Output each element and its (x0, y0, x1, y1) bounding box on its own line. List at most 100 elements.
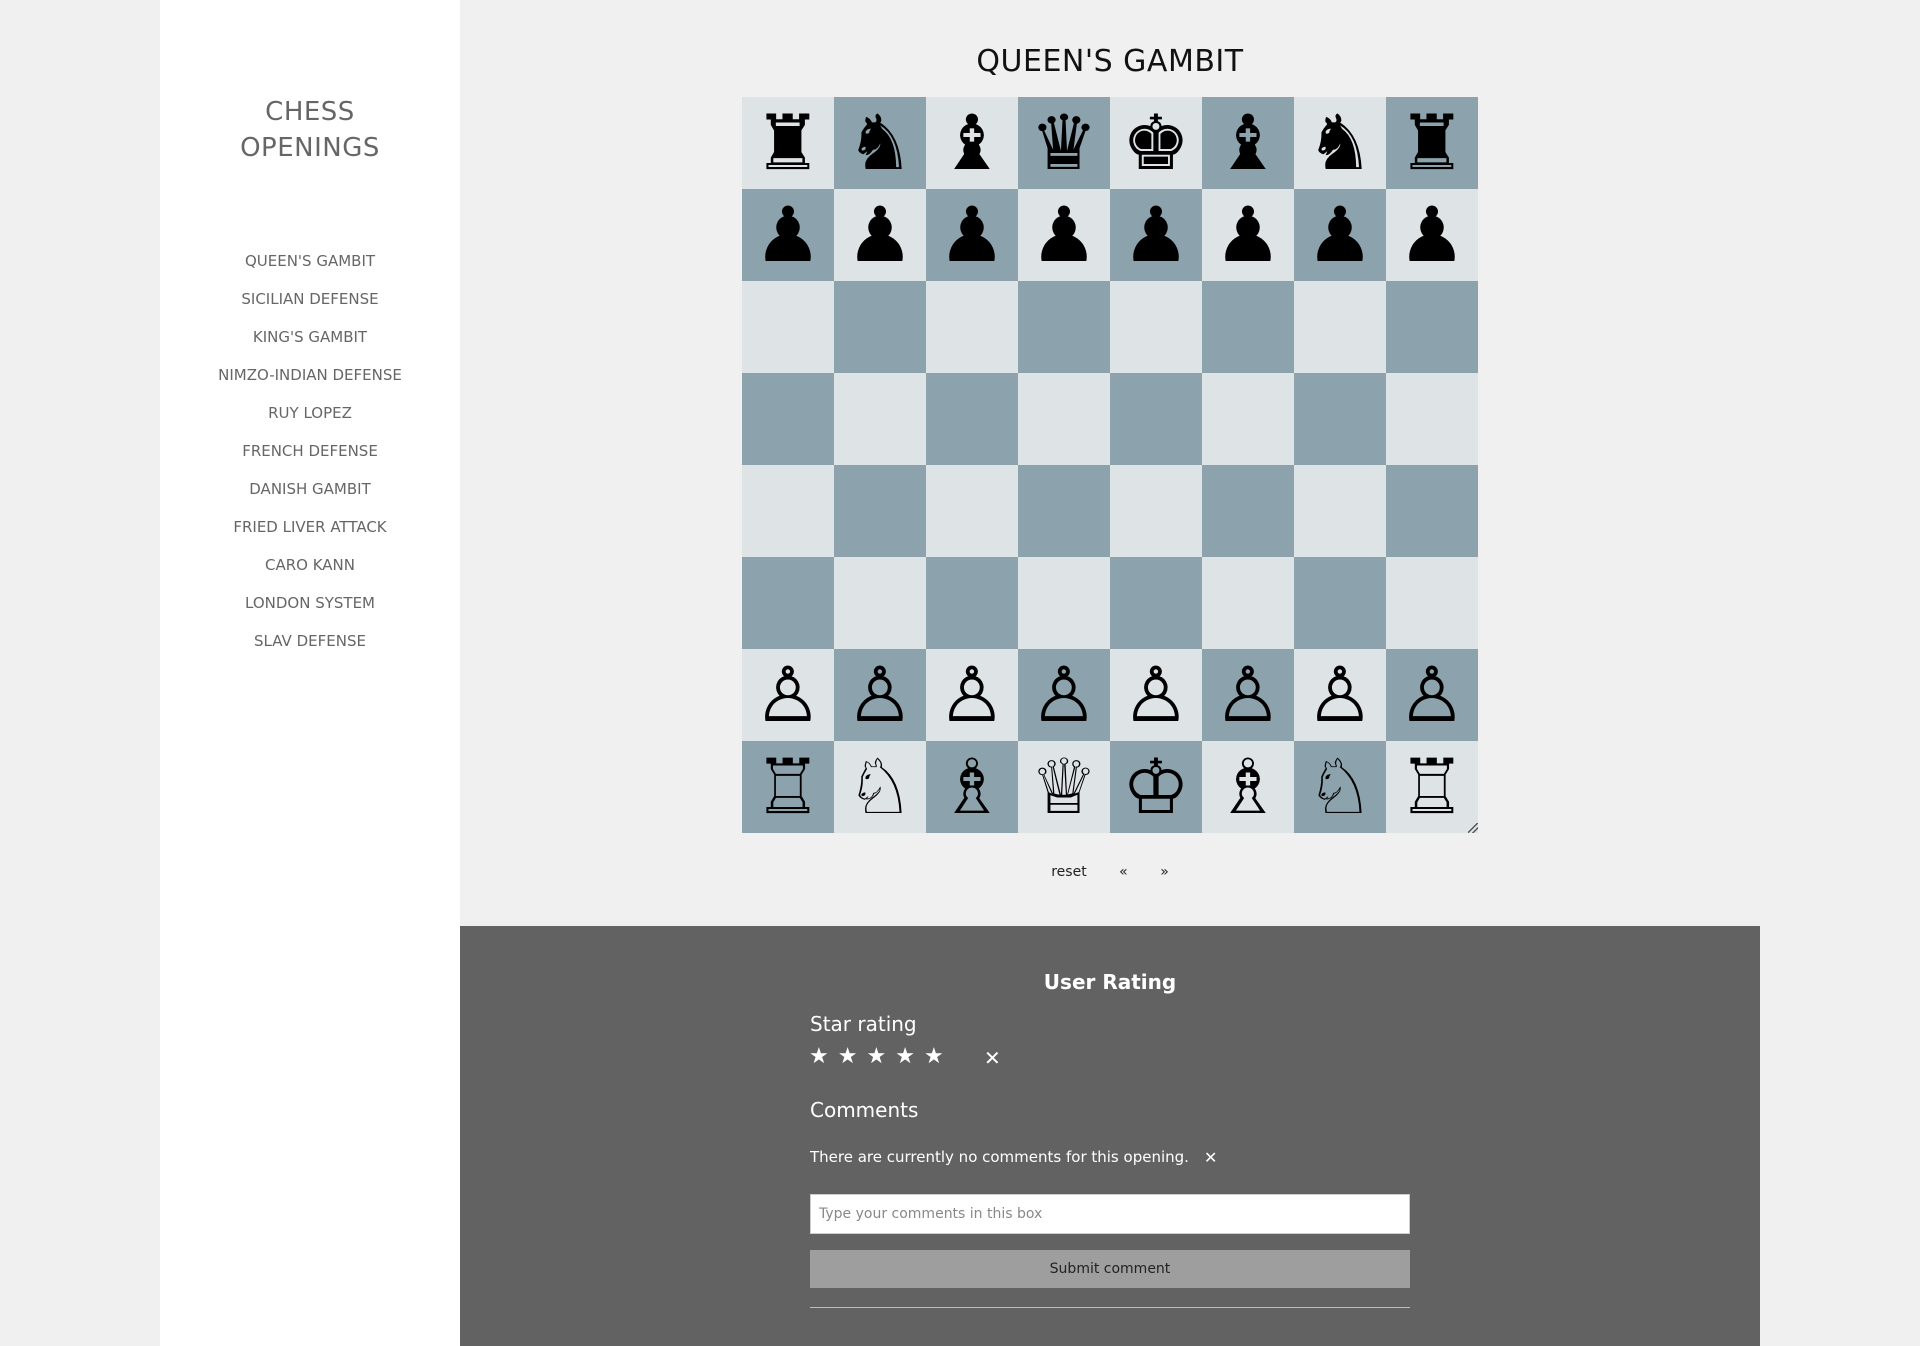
star-3-icon[interactable]: ★ (866, 1044, 887, 1069)
square-c3[interactable] (926, 557, 1018, 649)
square-h6[interactable] (1386, 281, 1478, 373)
square-e1[interactable]: ♔ (1110, 741, 1202, 833)
square-a2[interactable]: ♙ (742, 649, 834, 741)
star-rating: ★ ★ ★ ★ ★ (809, 1044, 945, 1069)
square-e4[interactable] (1110, 465, 1202, 557)
comment-input[interactable] (810, 1194, 1410, 1234)
square-f1[interactable]: ♗ (1202, 741, 1294, 833)
square-d8[interactable]: ♛ (1018, 97, 1110, 189)
square-g4[interactable] (1294, 465, 1386, 557)
square-c2[interactable]: ♙ (926, 649, 1018, 741)
square-h4[interactable] (1386, 465, 1478, 557)
square-f8[interactable]: ♝ (1202, 97, 1294, 189)
square-a3[interactable] (742, 557, 834, 649)
nav-item-kings-gambit[interactable]: KING'S GAMBIT (160, 324, 460, 362)
square-a7[interactable]: ♟ (742, 189, 834, 281)
nav-item-queens-gambit[interactable]: QUEEN'S GAMBIT (160, 248, 460, 286)
square-a6[interactable] (742, 281, 834, 373)
square-c7[interactable]: ♟ (926, 189, 1018, 281)
square-g7[interactable]: ♟ (1294, 189, 1386, 281)
user-rating-title: User Rating (1043, 970, 1177, 994)
square-h1[interactable]: ♖ (1386, 741, 1478, 833)
nav-item-london-system[interactable]: LONDON SYSTEM (160, 590, 460, 628)
nav-item-sicilian-defense[interactable]: SICILIAN DEFENSE (160, 286, 460, 324)
divider (810, 1307, 1410, 1308)
sidebar: CHESS OPENINGS QUEEN'S GAMBIT SICILIAN D… (160, 0, 460, 1346)
square-b8[interactable]: ♞ (834, 97, 926, 189)
square-b7[interactable]: ♟ (834, 189, 926, 281)
square-g2[interactable]: ♙ (1294, 649, 1386, 741)
square-b2[interactable]: ♙ (834, 649, 926, 741)
square-f2[interactable]: ♙ (1202, 649, 1294, 741)
square-g5[interactable] (1294, 373, 1386, 465)
square-b5[interactable] (834, 373, 926, 465)
nav-item-nimzo-indian-defense[interactable]: NIMZO-INDIAN DEFENSE (160, 362, 460, 400)
user-rating-panel: User Rating Star rating ★ ★ ★ ★ ★ ✕ Comm… (460, 926, 1760, 1346)
square-f3[interactable] (1202, 557, 1294, 649)
previous-move-button[interactable]: « (1119, 864, 1128, 880)
square-d4[interactable] (1018, 465, 1110, 557)
star-2-icon[interactable]: ★ (838, 1044, 859, 1069)
square-b6[interactable] (834, 281, 926, 373)
submit-comment-button[interactable]: Submit comment (810, 1250, 1410, 1288)
nav-item-slav-defense[interactable]: SLAV DEFENSE (160, 628, 460, 666)
comments-label: Comments (810, 1098, 919, 1122)
no-comments-message: There are currently no comments for this… (810, 1148, 1189, 1166)
square-h7[interactable]: ♟ (1386, 189, 1478, 281)
square-f7[interactable]: ♟ (1202, 189, 1294, 281)
square-d6[interactable] (1018, 281, 1110, 373)
reset-button[interactable]: reset (1051, 864, 1086, 880)
board-controls: reset « » (460, 864, 1760, 880)
square-e3[interactable] (1110, 557, 1202, 649)
square-a8[interactable]: ♜ (742, 97, 834, 189)
square-f4[interactable] (1202, 465, 1294, 557)
square-h8[interactable]: ♜ (1386, 97, 1478, 189)
square-a5[interactable] (742, 373, 834, 465)
main-content: QUEEN'S GAMBIT ♜ ♞ ♝ ♛ ♚ ♝ ♞ ♜ ♟ ♟ ♟ ♟ ♟ ♟ ♟ ♟ ♙ ♙ ♙ ♙ ♙ ♙ ♙ ♙ ♖… (460, 0, 1760, 926)
square-g3[interactable] (1294, 557, 1386, 649)
square-g1[interactable]: ♘ (1294, 741, 1386, 833)
square-h3[interactable] (1386, 557, 1478, 649)
square-b1[interactable]: ♘ (834, 741, 926, 833)
star-rating-label: Star rating (810, 1012, 917, 1036)
clear-rating-icon[interactable]: ✕ (984, 1046, 1001, 1070)
star-4-icon[interactable]: ★ (895, 1044, 916, 1069)
square-h2[interactable]: ♙ (1386, 649, 1478, 741)
square-e5[interactable] (1110, 373, 1202, 465)
square-h5[interactable] (1386, 373, 1478, 465)
square-b3[interactable] (834, 557, 926, 649)
square-b4[interactable] (834, 465, 926, 557)
square-a1[interactable]: ♖ (742, 741, 834, 833)
square-c8[interactable]: ♝ (926, 97, 1018, 189)
square-g8[interactable]: ♞ (1294, 97, 1386, 189)
square-d3[interactable] (1018, 557, 1110, 649)
close-icon[interactable]: ✕ (1204, 1148, 1217, 1167)
chess-board[interactable]: ♜ ♞ ♝ ♛ ♚ ♝ ♞ ♜ ♟ ♟ ♟ ♟ ♟ ♟ ♟ ♟ ♙ ♙ ♙ ♙ ♙ ♙ ♙ ♙ ♖ ♘ ♗ ♕ ♔ ♗ ♘ ♖ (742, 97, 1478, 833)
square-c1[interactable]: ♗ (926, 741, 1018, 833)
star-1-icon[interactable]: ★ (809, 1044, 830, 1069)
page-title: QUEEN'S GAMBIT (976, 44, 1244, 79)
square-c6[interactable] (926, 281, 1018, 373)
star-5-icon[interactable]: ★ (924, 1044, 945, 1069)
square-d2[interactable]: ♙ (1018, 649, 1110, 741)
square-e8[interactable]: ♚ (1110, 97, 1202, 189)
nav-item-ruy-lopez[interactable]: RUY LOPEZ (160, 400, 460, 438)
nav-item-french-defense[interactable]: FRENCH DEFENSE (160, 438, 460, 476)
square-f5[interactable] (1202, 373, 1294, 465)
nav-item-caro-kann[interactable]: CARO KANN (160, 552, 460, 590)
resize-handle-icon[interactable] (1468, 823, 1478, 833)
nav-item-danish-gambit[interactable]: DANISH GAMBIT (160, 476, 460, 514)
square-e7[interactable]: ♟ (1110, 189, 1202, 281)
square-e6[interactable] (1110, 281, 1202, 373)
next-move-button[interactable]: » (1160, 864, 1169, 880)
square-e2[interactable]: ♙ (1110, 649, 1202, 741)
square-g6[interactable] (1294, 281, 1386, 373)
square-d7[interactable]: ♟ (1018, 189, 1110, 281)
square-f6[interactable] (1202, 281, 1294, 373)
square-d5[interactable] (1018, 373, 1110, 465)
square-c4[interactable] (926, 465, 1018, 557)
square-c5[interactable] (926, 373, 1018, 465)
nav-item-fried-liver-attack[interactable]: FRIED LIVER ATTACK (160, 514, 460, 552)
square-a4[interactable] (742, 465, 834, 557)
square-d1[interactable]: ♕ (1018, 741, 1110, 833)
